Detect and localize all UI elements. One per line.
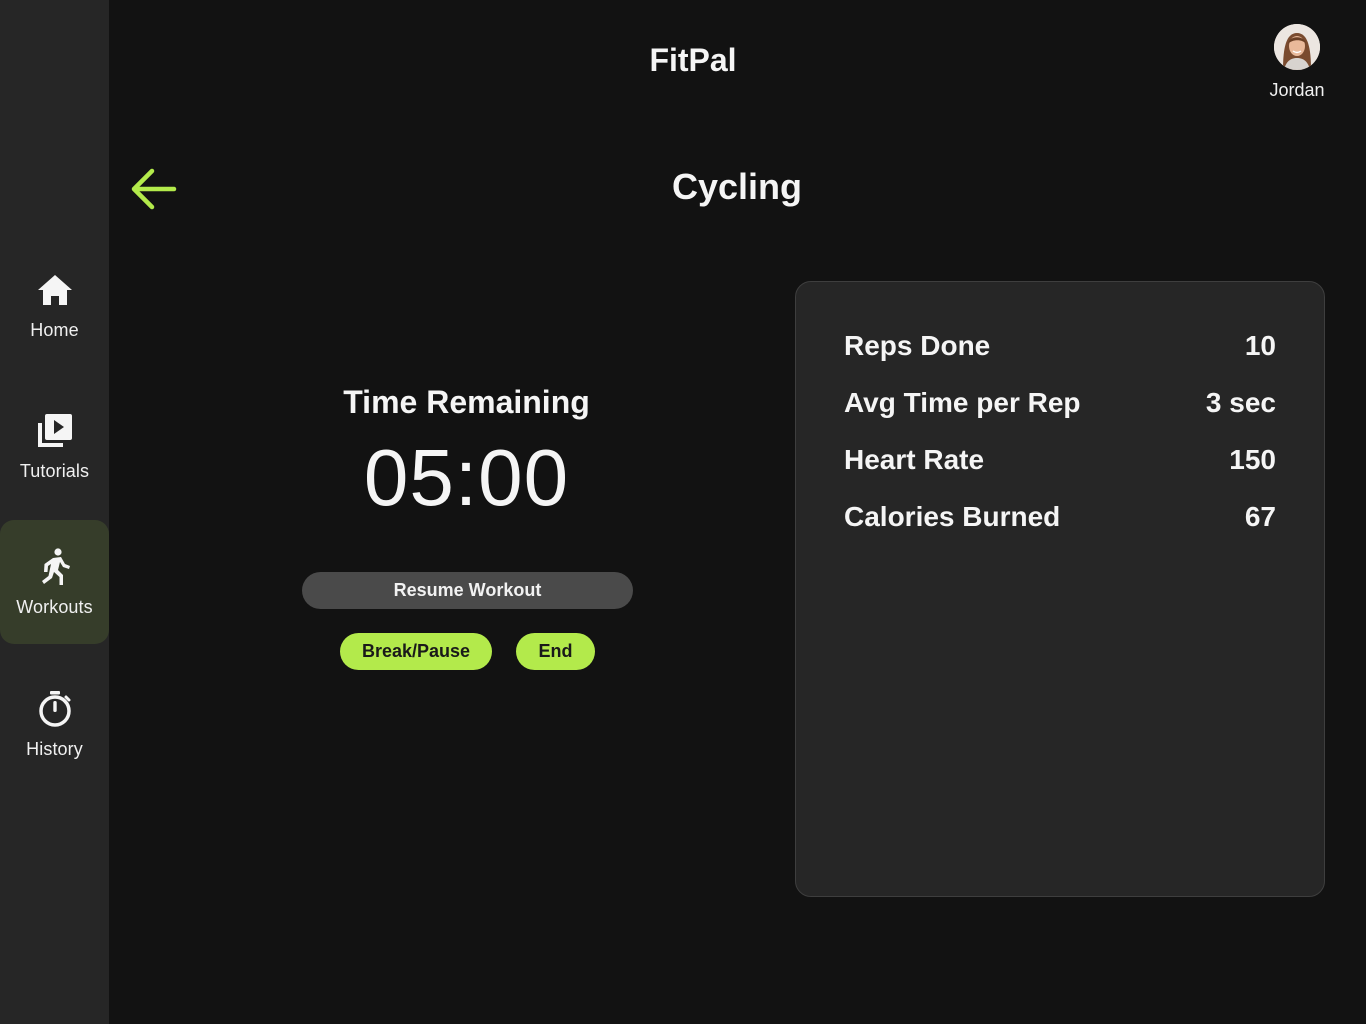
user-name: Jordan bbox=[1269, 80, 1325, 100]
stat-label: Reps Done bbox=[844, 330, 991, 361]
stat-value: 3 sec bbox=[1205, 387, 1276, 418]
timer-value: 05:00 bbox=[363, 433, 570, 522]
user-profile[interactable]: Jordan bbox=[1257, 24, 1337, 101]
stat-label: Heart Rate bbox=[844, 444, 985, 475]
stat-row-heart-rate: Heart Rate 150 bbox=[844, 444, 1276, 476]
video-library-icon bbox=[37, 413, 72, 447]
stat-row-calories-burned: Calories Burned 67 bbox=[844, 501, 1276, 533]
back-button[interactable] bbox=[128, 164, 180, 216]
stat-label: Avg Time per Rep bbox=[844, 387, 1081, 418]
stopwatch-icon bbox=[38, 690, 71, 727]
stat-value: 67 bbox=[1244, 501, 1276, 532]
timer-label: Time Remaining bbox=[343, 384, 590, 420]
sidebar-item-label: History bbox=[26, 738, 83, 759]
sidebar: Home Tutorials Workouts History bbox=[0, 0, 109, 1024]
sidebar-item-history[interactable]: History bbox=[0, 662, 109, 786]
avatar[interactable] bbox=[1274, 24, 1320, 70]
break-pause-button[interactable]: Break/Pause bbox=[340, 633, 492, 670]
stats-card: Reps Done 10 Avg Time per Rep 3 sec Hear… bbox=[795, 281, 1325, 897]
arrow-left-icon bbox=[131, 168, 177, 210]
stat-value: 150 bbox=[1229, 444, 1276, 475]
stat-row-avg-time-per-rep: Avg Time per Rep 3 sec bbox=[844, 387, 1276, 419]
avatar-image bbox=[1274, 24, 1320, 70]
page-title: Cycling bbox=[671, 166, 803, 207]
sidebar-item-tutorials[interactable]: Tutorials bbox=[0, 384, 109, 508]
home-icon bbox=[37, 274, 72, 305]
sidebar-item-label: Home bbox=[30, 319, 79, 340]
app-title: FitPal bbox=[649, 42, 737, 78]
sidebar-item-workouts[interactable]: Workouts bbox=[0, 520, 109, 644]
stat-value: 10 bbox=[1244, 330, 1276, 361]
resume-workout-button[interactable]: Resume Workout bbox=[302, 572, 633, 609]
sidebar-item-label: Tutorials bbox=[19, 460, 90, 481]
end-button[interactable]: End bbox=[516, 633, 595, 670]
running-person-icon bbox=[41, 547, 70, 585]
stat-row-reps-done: Reps Done 10 bbox=[844, 330, 1276, 362]
stat-label: Calories Burned bbox=[844, 501, 1061, 532]
sidebar-item-home[interactable]: Home bbox=[0, 243, 109, 367]
sidebar-item-label: Workouts bbox=[16, 596, 93, 617]
